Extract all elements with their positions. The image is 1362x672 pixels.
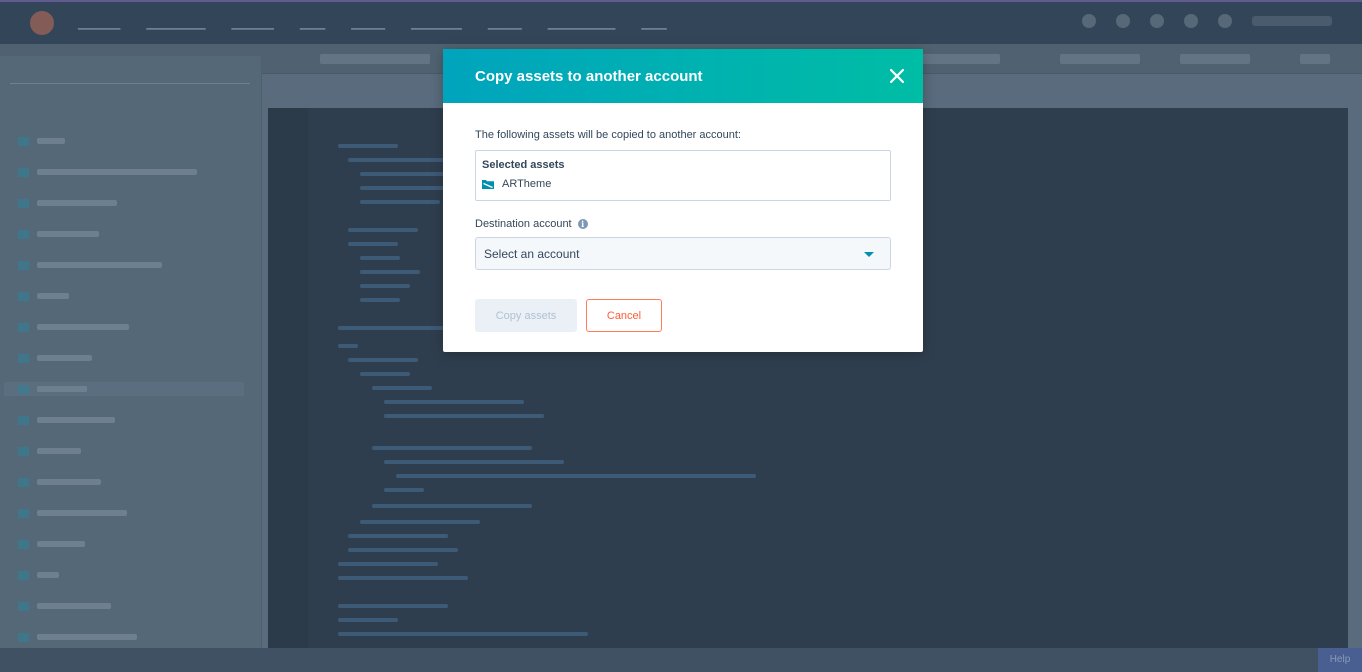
dialog-intro-text: The following assets will be copied to a… [475,129,741,141]
selected-assets-box: Selected assets ARTheme [475,150,891,201]
info-icon[interactable]: i [577,219,588,229]
destination-account-placeholder: Select an account [484,246,580,261]
selected-asset-label: ARTheme [502,178,552,190]
cancel-button[interactable]: Cancel [586,299,662,332]
destination-label-row: Destination account i [475,218,891,230]
selected-assets-heading: Selected assets [482,159,565,171]
destination-account-label: Destination account [475,218,572,230]
selected-asset-item: ARTheme [482,178,884,190]
caret-down-icon [864,252,874,257]
close-button[interactable] [887,66,907,86]
copy-assets-button[interactable]: Copy assets [475,299,577,332]
copy-assets-dialog: Copy assets to another account The follo… [443,49,923,352]
dialog-title: Copy assets to another account [475,67,703,85]
destination-account-select[interactable]: Select an account [475,237,891,270]
dialog-body: The following assets will be copied to a… [443,103,923,332]
dialog-actions: Copy assets Cancel [475,299,891,332]
dialog-header: Copy assets to another account [443,49,923,103]
close-icon [889,68,905,84]
theme-folder-icon [482,180,494,189]
